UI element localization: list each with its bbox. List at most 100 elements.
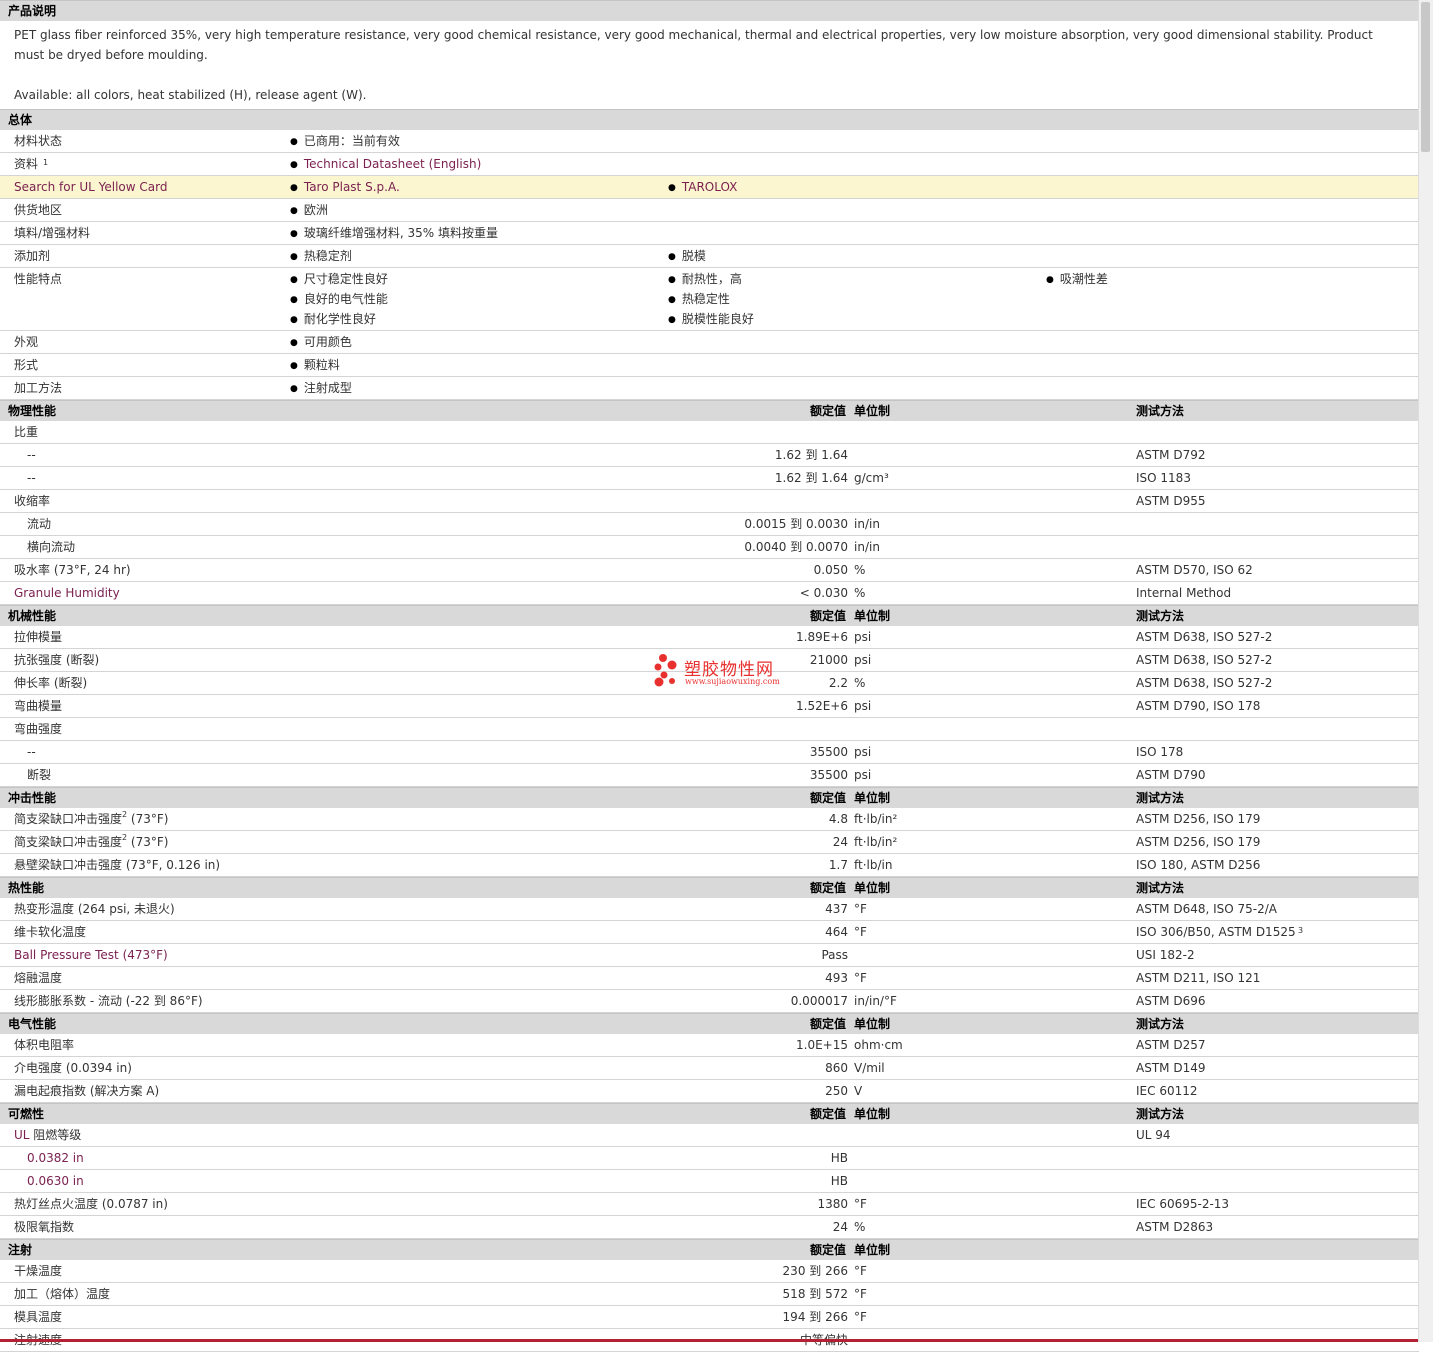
row-item: 热稳定剂 xyxy=(290,245,352,269)
property-unit: °F xyxy=(854,1264,867,1278)
property-row: -- 1.62 到 1.64 g/cm³ ISO 1183 xyxy=(0,467,1419,490)
vertical-scrollbar[interactable] xyxy=(1418,0,1433,1342)
property-row: -- 1.62 到 1.64 ASTM D792 xyxy=(0,444,1419,467)
property-label: 断裂 xyxy=(27,768,52,782)
property-value: 2.2 xyxy=(828,676,848,690)
property-label: 热变形温度 (264 psi, 未退火) xyxy=(14,902,175,916)
header-test: 测试方法 xyxy=(1136,791,1185,805)
property-label: 吸水率 (73°F, 24 hr) xyxy=(14,563,131,577)
test-method: ASTM D648, ISO 75-2/A xyxy=(1136,902,1277,916)
header-test: 测试方法 xyxy=(1136,609,1185,623)
property-label[interactable]: 0.0630 in xyxy=(27,1170,84,1192)
header-value: 额定值 xyxy=(809,791,846,805)
test-method: ASTM D955 xyxy=(1136,494,1206,508)
property-label: 拉伸模量 xyxy=(14,630,63,644)
test-method: ISO 178 xyxy=(1136,745,1184,759)
footnote-ref[interactable]: 3 xyxy=(1298,920,1303,942)
property-unit: °F xyxy=(854,971,867,985)
property-unit: in/in xyxy=(854,517,880,531)
property-value: 1380 xyxy=(817,1197,848,1211)
general-row: 供货地区 欧洲 xyxy=(0,199,1419,222)
header-test: 测试方法 xyxy=(1136,881,1185,895)
property-value: 24 xyxy=(832,1220,848,1234)
property-label[interactable]: 0.0382 in xyxy=(27,1147,84,1169)
test-method: ASTM D790 xyxy=(1136,768,1206,782)
test-method: ASTM D638, ISO 527-2 xyxy=(1136,653,1273,667)
property-unit: % xyxy=(854,586,866,600)
footnote-ref[interactable]: 2 xyxy=(122,810,127,819)
row-item: 耐化学性良好 xyxy=(290,308,376,332)
row-label: 材料状态 xyxy=(14,134,63,148)
header-value: 额定值 xyxy=(809,1017,846,1031)
property-value: 0.000017 xyxy=(790,994,848,1008)
section-header: 冲击性能 额定值 单位制 测试方法 xyxy=(0,787,1419,808)
footnote-ref[interactable]: 1 xyxy=(43,152,48,174)
row-link[interactable]: Taro Plast S.p.A. xyxy=(290,176,400,200)
property-row: UL 阻燃等级 UL 94 xyxy=(0,1124,1419,1147)
test-method: ASTM D638, ISO 527-2 xyxy=(1136,676,1273,690)
row-item: 可用颜色 xyxy=(290,331,352,355)
property-value: HB xyxy=(830,1151,848,1165)
test-method: ASTM D696 xyxy=(1136,994,1206,1008)
property-label: 收缩率 xyxy=(14,494,51,508)
property-unit: psi xyxy=(854,699,872,713)
row-link[interactable]: Technical Datasheet (English) xyxy=(290,153,481,177)
property-label: 流动 xyxy=(27,517,52,531)
property-unit: ohm·cm xyxy=(854,1038,903,1052)
section-title: 冲击性能 xyxy=(8,791,57,805)
description-available: Available: all colors, heat stabilized (… xyxy=(14,88,367,102)
property-label[interactable]: Granule Humidity xyxy=(14,582,120,604)
property-label[interactable]: Ball Pressure Test (473°F) xyxy=(14,944,168,966)
property-row: 体积电阻率 1.0E+15 ohm·cm ASTM D257 xyxy=(0,1034,1419,1057)
property-row: 横向流动 0.0040 到 0.0070 in/in xyxy=(0,536,1419,559)
property-unit: V/mil xyxy=(854,1061,885,1075)
row-item: 吸潮性差 xyxy=(1046,268,1108,292)
property-label-text: 简支梁缺口冲击强度 xyxy=(14,835,123,849)
property-row: 拉伸模量 1.89E+6 psi ASTM D638, ISO 527-2 xyxy=(0,626,1419,649)
row-label[interactable]: Search for UL Yellow Card xyxy=(14,176,167,198)
property-unit: % xyxy=(854,1220,866,1234)
property-unit: psi xyxy=(854,630,872,644)
property-label: 模具温度 xyxy=(14,1310,63,1324)
general-row: 材料状态 已商用：当前有效 xyxy=(0,130,1419,153)
property-row: 简支梁缺口冲击强度2 (73°F) 24 ft·lb/in² ASTM D256, I… xyxy=(0,831,1419,854)
property-row: 熔融温度 493 °F ASTM D211, ISO 121 xyxy=(0,967,1419,990)
property-label: 线形膨胀系数 - 流动 (-22 到 86°F) xyxy=(14,994,203,1008)
footnote-ref[interactable]: 2 xyxy=(122,833,127,842)
property-row: 维卡软化温度 464 °F ISO 306/B50, ASTM D1525 3 xyxy=(0,921,1419,944)
property-sections: 物理性能 额定值 单位制 测试方法 比重 -- 1.62 到 1.64 ASTM D792 --… xyxy=(0,400,1419,1352)
property-value: HB xyxy=(830,1174,848,1188)
general-row: 加工方法 注射成型 xyxy=(0,377,1419,400)
property-value: 194 到 266 xyxy=(782,1310,848,1324)
row-label: 形式 xyxy=(14,358,39,372)
scrollbar-thumb[interactable] xyxy=(1421,2,1430,152)
property-row: 极限氧指数 24% ASTM D2863 xyxy=(0,1216,1419,1239)
header-value: 额定值 xyxy=(809,1243,846,1257)
row-item: 注射成型 xyxy=(290,377,352,401)
property-label: 干燥温度 xyxy=(14,1264,63,1278)
property-value: 860 xyxy=(825,1061,848,1075)
property-row: 介电强度 (0.0394 in) 860 V/mil ASTM D149 xyxy=(0,1057,1419,1080)
row-link[interactable]: TAROLOX xyxy=(668,176,738,200)
property-label: 简支梁缺口冲击强度2 (73°F) xyxy=(14,831,168,853)
section-header: 物理性能 额定值 单位制 测试方法 xyxy=(0,400,1419,421)
test-method: UL 94 xyxy=(1136,1128,1171,1142)
property-unit: in/in xyxy=(854,540,880,554)
property-value: < 0.030 xyxy=(799,586,848,600)
header-test: 测试方法 xyxy=(1136,1107,1185,1121)
section-title: 可燃性 xyxy=(8,1107,45,1121)
property-value: 1.62 到 1.64 xyxy=(774,471,848,485)
property-value: Pass xyxy=(821,948,848,962)
property-row: 线形膨胀系数 - 流动 (-22 到 86°F) 0.000017 in/in/°F… xyxy=(0,990,1419,1013)
property-value: 4.8 xyxy=(828,812,848,826)
test-method: ASTM D790, ISO 178 xyxy=(1136,699,1261,713)
ul-link[interactable]: UL xyxy=(14,1128,29,1142)
test-method: ASTM D2863 xyxy=(1136,1220,1214,1234)
property-row: 断裂 35500 psi ASTM D790 xyxy=(0,764,1419,787)
property-label: 简支梁缺口冲击强度2 (73°F) xyxy=(14,808,168,830)
property-value: 493 xyxy=(825,971,848,985)
row-item: 已商用：当前有效 xyxy=(290,130,400,154)
header-value: 额定值 xyxy=(809,609,846,623)
property-label: 热灯丝点火温度 (0.0787 in) xyxy=(14,1197,168,1211)
test-method: ASTM D256, ISO 179 xyxy=(1136,812,1261,826)
